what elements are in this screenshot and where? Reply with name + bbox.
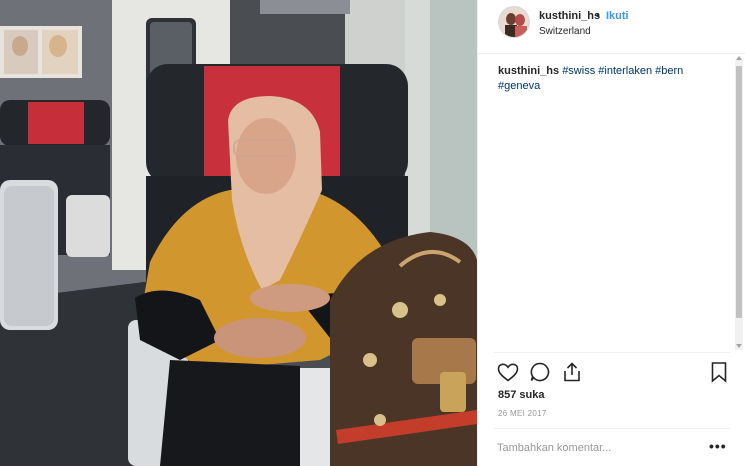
- scroll-down-arrow-icon[interactable]: [736, 344, 742, 348]
- hashtag-bern[interactable]: #bern: [655, 65, 683, 77]
- comment-icon[interactable]: [528, 360, 552, 384]
- follow-button[interactable]: Ikuti: [606, 10, 629, 22]
- hashtag-swiss[interactable]: #swiss: [562, 65, 595, 77]
- post-date[interactable]: 26 MEI 2017: [498, 409, 547, 418]
- more-options-button[interactable]: •••: [709, 439, 727, 453]
- separator-dot: •: [596, 10, 600, 22]
- post-caption: kusthini_hs #swiss #interlaken #bern #ge…: [498, 64, 718, 94]
- post-header: kusthini_hs • Ikuti Switzerland: [478, 0, 745, 54]
- photo-illustration: [0, 0, 477, 466]
- hashtag-interlaken[interactable]: #interlaken: [598, 65, 652, 77]
- likes-count[interactable]: 857 suka: [498, 389, 544, 401]
- share-icon[interactable]: [560, 360, 584, 384]
- hashtag-geneva[interactable]: #geneva: [498, 80, 540, 92]
- post-username[interactable]: kusthini_hs: [539, 10, 600, 22]
- post-location[interactable]: Switzerland: [539, 26, 591, 37]
- post-photo[interactable]: [0, 0, 477, 466]
- comments-scrollbar[interactable]: [735, 60, 743, 350]
- avatar-image: [499, 7, 529, 37]
- avatar[interactable]: [498, 6, 530, 38]
- comment-input[interactable]: [497, 440, 697, 456]
- heart-icon[interactable]: [496, 360, 520, 384]
- scrollbar-thumb[interactable]: [736, 66, 742, 318]
- bookmark-icon[interactable]: [707, 360, 731, 384]
- post-details-panel: kusthini_hs • Ikuti Switzerland kusthini…: [477, 0, 745, 466]
- comment-divider: [494, 428, 730, 429]
- caption-username[interactable]: kusthini_hs: [498, 65, 559, 77]
- actions-divider: [494, 352, 730, 353]
